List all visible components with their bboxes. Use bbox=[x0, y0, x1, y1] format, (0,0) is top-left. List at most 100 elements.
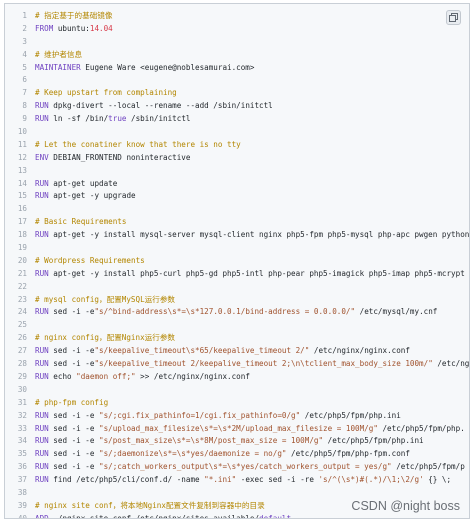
code-token: echo bbox=[53, 371, 77, 381]
code-token: ENV bbox=[35, 152, 54, 162]
line-text: RUN sed -i -e "s/post_max_size\s*=\s*8M/… bbox=[35, 435, 469, 448]
code-token: RUN bbox=[35, 268, 54, 278]
code-token: RUN bbox=[35, 410, 54, 420]
code-token: # php-fpm config bbox=[35, 397, 109, 407]
line-text bbox=[35, 242, 469, 255]
code-token: true bbox=[108, 114, 127, 124]
line-text: # Wordpress Requirements bbox=[35, 255, 469, 268]
code-token: RUN bbox=[35, 307, 54, 317]
code-line: 37 RUN find /etc/php5/cli/conf.d/ -name "… bbox=[5, 474, 469, 487]
code-token: /etc/php5/fpm/php.ini bbox=[300, 410, 401, 420]
code-token: "s/;daemonize\s*=\s*yes/daemonize = no/g… bbox=[99, 449, 287, 459]
code-line: 33 RUN sed -i -e "s/upload_max_filesize\s… bbox=[5, 423, 469, 436]
line-text bbox=[35, 126, 469, 139]
code-token: DEBIAN_FRONTEND noninteractive bbox=[53, 152, 191, 162]
code-line: 23 # mysql config，配置MySQL运行参数 bbox=[5, 294, 469, 307]
code-line: 27 RUN sed -i -e"s/keepalive_timeout\s*65… bbox=[5, 345, 469, 358]
line-text: # Let the conatiner know that there is n… bbox=[35, 139, 469, 152]
code-token: /etc/php5/fpm/p bbox=[391, 462, 465, 472]
line-number: 35 bbox=[17, 449, 27, 459]
line-number: 8 bbox=[22, 101, 27, 111]
code-token: # 指定基于的基础镜像 bbox=[35, 11, 113, 20]
code-line: 29 RUN echo "daemon off;" >> /etc/nginx/n… bbox=[5, 371, 469, 384]
code-token: 14.04 bbox=[89, 23, 113, 33]
code-token: # nginx config，配置Nginx运行参数 bbox=[35, 333, 176, 343]
code-token: RUN bbox=[35, 436, 54, 446]
code-token: /etc/mysql/my.cnf bbox=[355, 307, 438, 317]
line-text bbox=[35, 384, 469, 397]
line-text bbox=[35, 319, 469, 332]
code-token: sed -i -e bbox=[53, 359, 95, 369]
line-text: RUN sed -i -e"s/keepalive_timeout\s*65/k… bbox=[35, 345, 469, 358]
line-number: 16 bbox=[17, 204, 27, 214]
line-text bbox=[35, 487, 469, 500]
line-text: # 指定基于的基础镜像 bbox=[35, 10, 469, 23]
line-text: ENV DEBIAN_FRONTEND noninteractive bbox=[35, 152, 469, 165]
line-number: 4 bbox=[22, 49, 27, 59]
code-line: 18 RUN apt-get -y install mysql-server my… bbox=[5, 229, 469, 242]
line-text: # Basic Requirements bbox=[35, 216, 469, 229]
line-text bbox=[35, 281, 469, 294]
line-number: 36 bbox=[17, 462, 27, 472]
code-line: 8 RUN dpkg-divert --local --rename --add … bbox=[5, 100, 469, 113]
line-number: 3 bbox=[22, 36, 27, 46]
line-number: 24 bbox=[17, 307, 27, 317]
code-line: 25 bbox=[5, 319, 469, 332]
code-line: 16 bbox=[5, 203, 469, 216]
code-token: /etc/nginx/nginx.conf bbox=[309, 346, 410, 356]
line-text: RUN find /etc/php5/cli/conf.d/ -name "*.… bbox=[35, 474, 469, 487]
code-token: "s/post_max_size\s*=\s*8M/post_max_size … bbox=[99, 436, 324, 446]
line-text: # nginx config，配置Nginx运行参数 bbox=[35, 332, 469, 345]
code-token: apt-get -y upgrade bbox=[53, 191, 136, 201]
code-line: 38 bbox=[5, 487, 469, 500]
code-line: 19 bbox=[5, 242, 469, 255]
line-text: RUN apt-get -y install php5-curl php5-gd… bbox=[35, 268, 469, 281]
code-token: sed -i -e bbox=[53, 449, 100, 459]
code-token: # Let the conatiner know that there is n… bbox=[35, 139, 241, 149]
code-token: RUN bbox=[35, 475, 54, 485]
line-number: 11 bbox=[17, 139, 27, 149]
line-number: 31 bbox=[17, 397, 27, 407]
line-text: # 维护者信息 bbox=[35, 49, 469, 62]
line-text: RUN ln -sf /bin/true /sbin/initctl bbox=[35, 113, 469, 126]
code-line: 1 # 指定基于的基础镜像 bbox=[5, 10, 469, 23]
code-lines: 1 # 指定基于的基础镜像 2 FROM ubuntu:14.04 3 4 # 维护者信息 5… bbox=[5, 10, 469, 518]
code-token: RUN bbox=[35, 423, 54, 433]
line-text: ADD ./nginx-site.conf /etc/nginx/sites-a… bbox=[35, 513, 469, 518]
code-line: 20 # Wordpress Requirements bbox=[5, 255, 469, 268]
code-token: /etc/php5/fpm/php.ini bbox=[323, 436, 424, 446]
line-number: 18 bbox=[17, 230, 27, 240]
code-token: # Keep upstart from complaining bbox=[35, 88, 177, 98]
code-line: 3 bbox=[5, 36, 469, 49]
line-text: RUN sed -i -e"s/keepalive_timeout 2/keep… bbox=[35, 358, 469, 371]
code-line: 15 RUN apt-get -y upgrade bbox=[5, 190, 469, 203]
code-block: 1 # 指定基于的基础镜像 2 FROM ubuntu:14.04 3 4 # 维护者信息 5… bbox=[4, 3, 470, 519]
line-number: 21 bbox=[17, 268, 27, 278]
line-number: 6 bbox=[22, 75, 27, 85]
code-token: "s/keepalive_timeout\s*65/keepalive_time… bbox=[94, 346, 310, 356]
code-token: FROM bbox=[35, 23, 58, 33]
code-line: 4 # 维护者信息 bbox=[5, 49, 469, 62]
line-number: 9 bbox=[22, 114, 27, 124]
line-text bbox=[35, 165, 469, 178]
line-text: # php-fpm config bbox=[35, 397, 469, 410]
line-text: RUN dpkg-divert --local --rename --add /… bbox=[35, 100, 469, 113]
code-token: dpkg-divert --local --rename --add /sbin… bbox=[53, 101, 273, 111]
code-token: /etc/php5/fpm/php. bbox=[377, 423, 465, 433]
code-token: RUN bbox=[35, 346, 54, 356]
code-line: 34 RUN sed -i -e "s/post_max_size\s*=\s*8… bbox=[5, 435, 469, 448]
code-token: RUN bbox=[35, 178, 54, 188]
code-line: 36 RUN sed -i -e "s/;catch_workers_output… bbox=[5, 461, 469, 474]
line-number: 19 bbox=[17, 243, 27, 253]
watermark: CSDN @night boss bbox=[351, 499, 460, 513]
line-text bbox=[35, 74, 469, 87]
code-line: 17 # Basic Requirements bbox=[5, 216, 469, 229]
code-token: /etc/nginx bbox=[437, 359, 469, 369]
code-token: "s/keepalive_timeout 2/keepalive_timeout… bbox=[94, 359, 433, 369]
code-token: "*.ini" bbox=[204, 475, 237, 485]
line-number: 1 bbox=[22, 11, 27, 20]
line-text: RUN sed -i -e "s/;daemonize\s*=\s*yes/da… bbox=[35, 448, 469, 461]
code-token: RUN bbox=[35, 371, 54, 381]
code-line: 22 bbox=[5, 281, 469, 294]
line-text: # Keep upstart from complaining bbox=[35, 87, 469, 100]
